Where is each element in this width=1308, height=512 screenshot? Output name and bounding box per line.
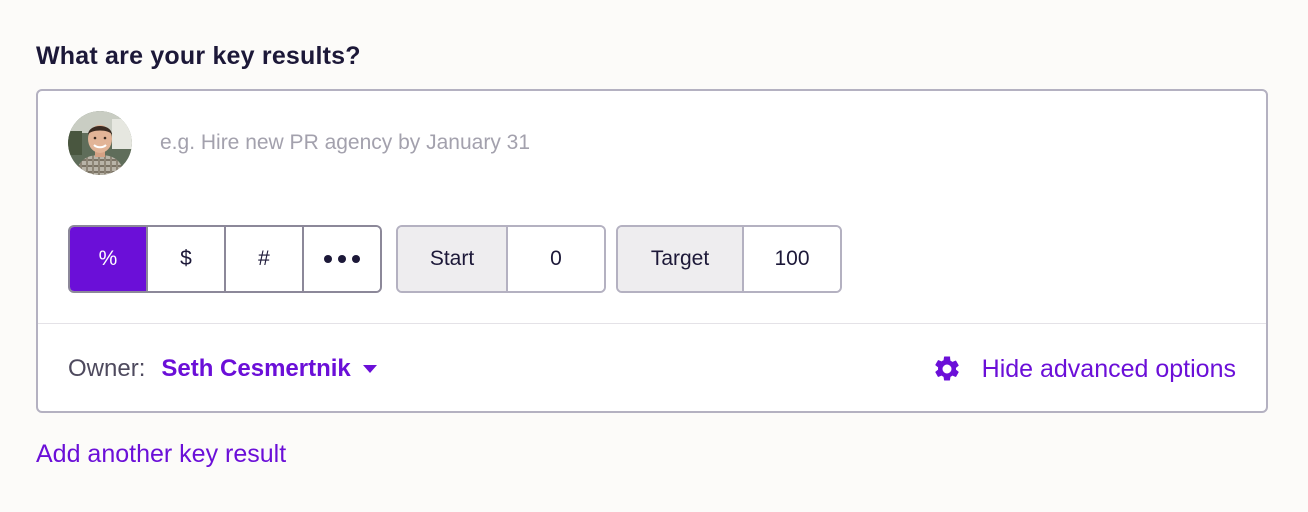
hide-advanced-options-button[interactable]: Hide advanced options	[932, 347, 1236, 391]
unit-selector: % $ #	[68, 225, 382, 293]
gear-icon	[934, 356, 959, 381]
avatar	[68, 111, 132, 175]
key-result-input[interactable]	[148, 117, 1198, 169]
target-value-input[interactable]	[744, 227, 840, 291]
start-label: Start	[398, 227, 508, 291]
unit-percent-button[interactable]: %	[70, 227, 148, 291]
unit-number-button[interactable]: #	[226, 227, 304, 291]
key-result-card: % $ # Start Target Owner: Seth Cesmertni…	[36, 89, 1268, 413]
add-another-key-result-link[interactable]: Add another key result	[36, 440, 286, 469]
card-divider	[38, 323, 1266, 324]
owner-name: Seth Cesmertnik	[161, 355, 351, 382]
caret-down-icon	[362, 365, 377, 373]
avatar-photo	[68, 111, 132, 175]
start-value-input[interactable]	[508, 227, 604, 291]
owner-label: Owner:	[68, 355, 146, 382]
target-label: Target	[618, 227, 744, 291]
hide-advanced-options-label: Hide advanced options	[981, 354, 1236, 383]
unit-dollar-button[interactable]: $	[148, 227, 226, 291]
section-heading: What are your key results?	[36, 42, 361, 70]
key-results-page: What are your key results? e.g. Hire new…	[0, 0, 1308, 512]
owner-row: Owner: Seth Cesmertnik	[68, 347, 377, 391]
owner-dropdown[interactable]: Seth Cesmertnik	[161, 355, 377, 383]
target-field: Target	[616, 225, 842, 293]
unit-more-button[interactable]	[304, 227, 380, 291]
more-dots-icon	[324, 255, 360, 263]
start-field: Start	[396, 225, 606, 293]
